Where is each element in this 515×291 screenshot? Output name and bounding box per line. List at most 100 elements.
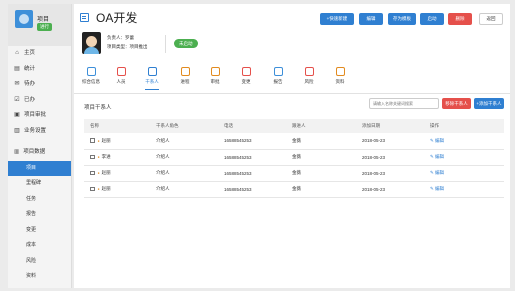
change-icon: [241, 67, 251, 76]
column-header: 干系人角色: [156, 123, 179, 128]
edit-link[interactable]: 编辑: [435, 186, 444, 191]
edit-link[interactable]: 编辑: [435, 154, 444, 159]
row-checkbox[interactable]: [90, 170, 95, 176]
sidebar-item-label: 项目审批: [24, 112, 47, 118]
sidebar-item-done[interactable]: ☑ 已办: [8, 93, 71, 109]
tab-stakeholder[interactable]: 干系人: [137, 67, 167, 90]
approve-icon: [210, 67, 220, 76]
add-stakeholder-button[interactable]: +添加干系人: [474, 98, 504, 109]
follower-cell: 金薇: [292, 186, 301, 191]
document-icon: [80, 13, 89, 22]
search-input[interactable]: [369, 98, 439, 109]
person-icon: [116, 67, 126, 76]
table-row: ● 李进 介绍人 16588545253 金薇 2018-05-23 ✎ 编辑: [84, 149, 504, 165]
sidebar-item-business-settings[interactable]: ▥ 业务设置: [8, 124, 71, 140]
sidebar-sub-risk[interactable]: 风险: [8, 254, 71, 270]
sidebar-status-badge: 进行: [37, 23, 52, 31]
tab-label: 风险: [304, 79, 314, 84]
name-cell: ● 李进: [84, 149, 150, 165]
table-row: ● 赵丽 介绍人 16588545253 金薇 2018-05-23 ✎ 编辑: [84, 181, 504, 197]
edit-button[interactable]: 编辑: [359, 13, 383, 25]
row-checkbox[interactable]: [90, 186, 95, 192]
back-button[interactable]: 返回: [479, 13, 503, 25]
follower-cell: 金薇: [292, 154, 301, 159]
name-cell: ● 赵丽: [84, 133, 150, 149]
user-icon: ●: [97, 155, 100, 159]
name-text: 赵丽: [101, 170, 111, 175]
date-cell: 2018-05-23: [362, 138, 386, 144]
role-cell: 介绍人: [156, 170, 170, 175]
user-icon: ●: [97, 138, 100, 143]
column-header: 添加日期: [362, 123, 380, 128]
column-header: 跟进人: [292, 123, 306, 128]
sidebar-sub-cost[interactable]: 成本: [8, 238, 71, 254]
action-cell: ✎ 编辑: [424, 133, 504, 149]
phone-cell: 16588545253: [224, 170, 252, 176]
name-text: 李进: [101, 154, 111, 159]
sidebar-item-home[interactable]: ⌂ 主页: [8, 46, 71, 62]
column-header: 名称: [90, 123, 99, 128]
tab-approve[interactable]: 审批: [200, 67, 230, 85]
edit-link[interactable]: 编辑: [435, 170, 444, 175]
risk-icon: [304, 67, 314, 76]
home-icon: ⌂: [15, 50, 19, 56]
tab-overview[interactable]: 综合信息: [76, 67, 106, 85]
sidebar-item-label: 待办: [24, 81, 36, 87]
tab-report[interactable]: 报告: [263, 67, 293, 85]
tab-bar: 综合信息 人员 干系人 进程 审批 变更 报告 风险 资料: [74, 64, 510, 94]
tab-label: 人员: [116, 79, 126, 84]
tab-risk[interactable]: 风险: [294, 67, 324, 85]
page-title: OA开发: [96, 11, 138, 25]
date-cell: 2018-05-23: [362, 154, 386, 160]
sidebar-item-label: 主页: [24, 50, 36, 56]
delete-button[interactable]: 删除: [448, 13, 472, 25]
sidebar-nav: ⌂ 主页 ▤ 统计 ✉ 待办 ☑ 已办 ▣ 项目审批 ▥ 业务设置: [8, 46, 71, 139]
project-type-text: 项目类型：项目推出: [107, 44, 148, 49]
tab-docs[interactable]: 资料: [325, 67, 355, 85]
sidebar-item-approval[interactable]: ▣ 项目审批: [8, 108, 71, 124]
phone-cell: 16588545253: [224, 186, 252, 192]
tab-change[interactable]: 变更: [231, 67, 261, 85]
sidebar-item-todo[interactable]: ✉ 待办: [8, 77, 71, 93]
progress-icon: [180, 67, 190, 76]
sidebar-sub-docs[interactable]: 资料: [8, 269, 71, 285]
sidebar-item-stats[interactable]: ▤ 统计: [8, 62, 71, 78]
tab-person[interactable]: 人员: [106, 67, 136, 85]
sidebar-item-label: 统计: [24, 65, 36, 72]
sidebar-group-project-data[interactable]: ▥ 项目数据: [8, 145, 71, 161]
sidebar-sub-milestone[interactable]: 里程碑: [8, 176, 71, 192]
docs-icon: [335, 67, 345, 76]
name-text: 赵丽: [101, 137, 111, 143]
stakeholder-table: 名称 干系人角色 电话 跟进人 添加日期 操作 ● 赵丽 介绍人 1658854525…: [84, 119, 504, 198]
edit-link[interactable]: 编辑: [435, 138, 444, 143]
sidebar-sub-report[interactable]: 报告: [8, 207, 71, 223]
save-template-button[interactable]: 存为模板: [388, 13, 416, 25]
tab-label: 报告: [273, 79, 283, 84]
table-row: ● 赵丽 介绍人 16588545253 金薇 2018-05-23 ✎ 编辑: [84, 133, 504, 149]
tab-label: 干系人: [145, 79, 159, 84]
sidebar-sub-task[interactable]: 任务: [8, 192, 71, 208]
phone-cell: 16588545253: [224, 138, 252, 144]
follower-cell: 金薇: [292, 170, 301, 175]
report-icon: [273, 67, 283, 76]
start-button[interactable]: 启动: [420, 13, 444, 25]
phone-cell: 16588545253: [224, 154, 252, 160]
quick-create-button[interactable]: +快速新建: [320, 13, 354, 25]
done-icon: ☑: [14, 96, 20, 103]
project-info: 负责人：罗蕾 项目类型：项目推出 未启动: [74, 32, 510, 62]
sidebar-header: 项目 进行: [8, 4, 71, 46]
header: OA开发 +快速新建 编辑 存为模板 启动 删除 返回: [74, 4, 510, 32]
follower-cell: 金薇: [292, 137, 301, 143]
tab-label: 进程: [180, 79, 190, 84]
sidebar-sub-change[interactable]: 变更: [8, 223, 71, 239]
tab-label: 变更: [241, 79, 251, 84]
avatar: [82, 32, 101, 54]
date-cell: 2018-05-23: [362, 170, 386, 176]
row-checkbox[interactable]: [90, 138, 95, 143]
owner-text: 负责人：罗蕾: [107, 35, 134, 40]
column-header: 电话: [224, 123, 233, 128]
remove-stakeholder-button[interactable]: 移除干系人: [442, 98, 471, 109]
tab-progress[interactable]: 进程: [170, 67, 200, 85]
row-checkbox[interactable]: [90, 154, 95, 160]
sidebar-sub-project[interactable]: 项目: [8, 160, 71, 176]
